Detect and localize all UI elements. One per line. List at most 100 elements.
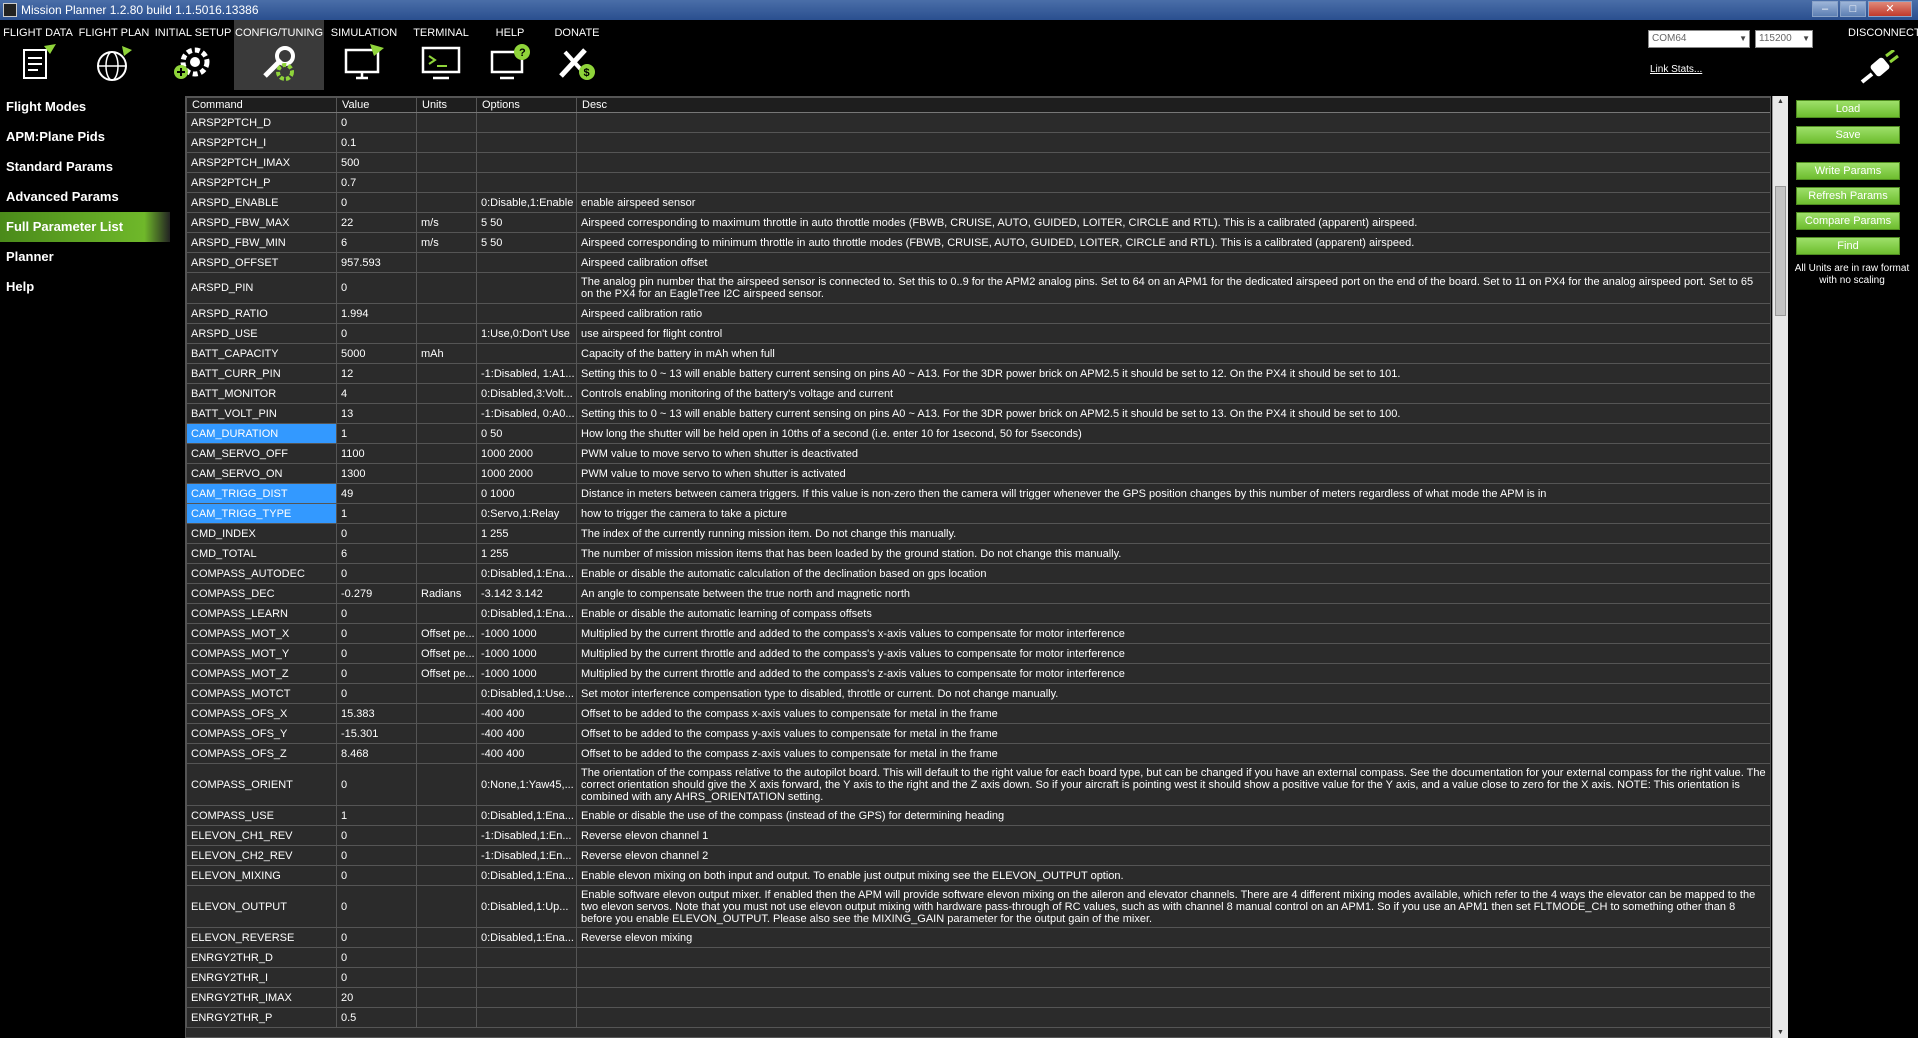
sidebar-item-full-parameter-list[interactable]: Full Parameter List [0,212,170,242]
sidebar-item-flight-modes[interactable]: Flight Modes [0,92,170,122]
param-value-cell[interactable]: 4 [336,383,417,404]
table-row[interactable]: ELEVON_MIXING 0 0:Disabled,1:Ena... Enable … [186,865,1770,886]
table-row[interactable]: COMPASS_MOT_X 0 Offset pe... -1000 1000 Mult… [186,623,1770,644]
table-row[interactable]: ELEVON_REVERSE 0 0:Disabled,1:Ena... Revers… [186,927,1770,948]
param-value-cell[interactable]: 8.468 [336,743,417,764]
table-row[interactable]: ARSPD_PIN 0 The analog pin number that the… [186,272,1770,304]
table-row[interactable]: ELEVON_OUTPUT 0 0:Disabled,1:Up... Enable s… [186,885,1770,928]
table-row[interactable]: COMPASS_MOT_Y 0 Offset pe... -1000 1000 Mult… [186,643,1770,664]
param-value-cell[interactable]: 0 [336,603,417,624]
param-value-cell[interactable]: 1.994 [336,303,417,324]
sidebar-item-advanced-params[interactable]: Advanced Params [0,182,170,212]
table-row[interactable]: ARSPD_FBW_MAX 22 m/s 5 50 Airspeed correspon… [186,212,1770,233]
sidebar-item-planner[interactable]: Planner [0,242,170,272]
param-value-cell[interactable]: 0 [336,947,417,968]
param-value-cell[interactable]: 0 [336,967,417,988]
refresh-params-button[interactable]: Refresh Params [1796,187,1900,205]
param-value-cell[interactable]: 22 [336,212,417,233]
disconnect-label[interactable]: DISCONNECT [1848,27,1918,39]
table-row[interactable]: ENRGY2THR_I 0 [186,967,1770,988]
param-value-cell[interactable]: 20 [336,987,417,1008]
param-value-cell[interactable]: 0 [336,563,417,584]
param-value-cell[interactable]: 0 [336,663,417,684]
write-params-button[interactable]: Write Params [1796,162,1900,180]
compare-params-button[interactable]: Compare Params [1796,212,1900,230]
menu-donate[interactable]: DONATE $ [542,20,612,90]
sidebar-item-plane-pids[interactable]: APM:Plane Pids [0,122,170,152]
column-header-command[interactable]: Command [186,97,337,113]
link-stats-link[interactable]: Link Stats... [1650,64,1702,75]
param-value-cell[interactable]: 0 [336,825,417,846]
param-value-cell[interactable]: 0.1 [336,132,417,153]
param-value-cell[interactable]: 0 [336,763,417,806]
param-value-cell[interactable]: 0 [336,865,417,886]
param-value-cell[interactable]: 15.383 [336,703,417,724]
table-row[interactable]: CAM_SERVO_ON 1300 1000 2000 PWM value to mo… [186,463,1770,484]
baud-rate-select[interactable]: 115200 ▼ [1755,30,1813,48]
column-header-units[interactable]: Units [416,97,477,113]
param-value-cell[interactable]: 13 [336,403,417,424]
table-row[interactable]: COMPASS_OFS_Z 8.468 -400 400 Offset to be a… [186,743,1770,764]
table-row[interactable]: COMPASS_MOTCT 0 0:Disabled,1:Use... Set mot… [186,683,1770,704]
table-row[interactable]: ARSP2PTCH_D 0 [186,112,1770,133]
table-row[interactable]: ELEVON_CH1_REV 0 -1:Disabled,1:En... Revers… [186,825,1770,846]
table-row[interactable]: COMPASS_OFS_Y -15.301 -400 400 Offset to be… [186,723,1770,744]
table-row[interactable]: CAM_SERVO_OFF 1100 1000 2000 PWM value to m… [186,443,1770,464]
param-value-cell[interactable]: 1 [336,503,417,524]
param-value-cell[interactable]: 0 [336,272,417,304]
table-row[interactable]: CMD_INDEX 0 1 255 The index of the currentl… [186,523,1770,544]
menu-terminal[interactable]: TERMINAL [404,20,478,90]
table-row[interactable]: COMPASS_OFS_X 15.383 -400 400 Offset to be … [186,703,1770,724]
minimize-button[interactable]: – [1812,1,1838,17]
maximize-button[interactable]: □ [1840,1,1866,17]
param-value-cell[interactable]: 0 [336,845,417,866]
menu-flight-data[interactable]: FLIGHT DATA [0,20,76,90]
table-row[interactable]: BATT_CAPACITY 5000 mAh Capacity of the batt… [186,343,1770,364]
menu-config-tuning[interactable]: CONFIG/TUNING [234,20,324,90]
table-row[interactable]: BATT_CURR_PIN 12 -1:Disabled, 1:A1... Setti… [186,363,1770,384]
find-button[interactable]: Find [1796,237,1900,255]
sidebar-item-standard-params[interactable]: Standard Params [0,152,170,182]
table-row[interactable]: ARSP2PTCH_IMAX 500 [186,152,1770,173]
sidebar-item-help[interactable]: Help [0,272,170,302]
table-row[interactable]: ENRGY2THR_P 0.5 [186,1007,1770,1028]
param-value-cell[interactable]: 0 [336,112,417,133]
table-row[interactable]: CAM_TRIGG_DIST 49 0 1000 Distance in meters… [186,483,1770,504]
table-row[interactable]: COMPASS_USE 1 0:Disabled,1:Ena... Enable or… [186,805,1770,826]
table-row[interactable]: CAM_TRIGG_TYPE 1 0:Servo,1:Relay how to tri… [186,503,1770,524]
table-row[interactable]: BATT_MONITOR 4 0:Disabled,3:Volt... Control… [186,383,1770,404]
param-value-cell[interactable]: 0 [336,523,417,544]
param-value-cell[interactable]: 0 [336,927,417,948]
table-row[interactable]: ARSPD_FBW_MIN 6 m/s 5 50 Airspeed correspond… [186,232,1770,253]
table-row[interactable]: CMD_TOTAL 6 1 255 The number of mission mis… [186,543,1770,564]
param-value-cell[interactable]: 0 [336,683,417,704]
table-row[interactable]: ARSP2PTCH_I 0.1 [186,132,1770,153]
save-button[interactable]: Save [1796,126,1900,144]
param-value-cell[interactable]: 0 [336,323,417,344]
param-value-cell[interactable]: 1 [336,805,417,826]
table-row[interactable]: CAM_DURATION 1 0 50 How long the shutter wi… [186,423,1770,444]
table-row[interactable]: ARSP2PTCH_P 0.7 [186,172,1770,193]
param-value-cell[interactable]: 5000 [336,343,417,364]
param-value-cell[interactable]: 1100 [336,443,417,464]
column-header-options[interactable]: Options [476,97,577,113]
scroll-down-icon[interactable]: ▼ [1777,1029,1784,1036]
param-value-cell[interactable]: 12 [336,363,417,384]
menu-help[interactable]: HELP ? [478,20,542,90]
param-value-cell[interactable]: -15.301 [336,723,417,744]
plug-icon[interactable] [1858,50,1902,86]
param-value-cell[interactable]: 49 [336,483,417,504]
param-value-cell[interactable]: 1 [336,423,417,444]
param-value-cell[interactable]: 0 [336,623,417,644]
menu-simulation[interactable]: SIMULATION [324,20,404,90]
table-row[interactable]: COMPASS_DEC -0.279 Radians -3.142 3.142 An a… [186,583,1770,604]
table-row[interactable]: ENRGY2THR_IMAX 20 [186,987,1770,1008]
com-port-select[interactable]: COM64 ▼ [1648,30,1750,48]
param-value-cell[interactable]: 0 [336,192,417,213]
menu-flight-plan[interactable]: FLIGHT PLAN [76,20,152,90]
param-value-cell[interactable]: 0.5 [336,1007,417,1028]
table-row[interactable]: BATT_VOLT_PIN 13 -1:Disabled, 0:A0... Setti… [186,403,1770,424]
param-value-cell[interactable]: 0 [336,643,417,664]
param-value-cell[interactable]: 0 [336,885,417,928]
scrollbar-thumb[interactable] [1775,186,1786,316]
